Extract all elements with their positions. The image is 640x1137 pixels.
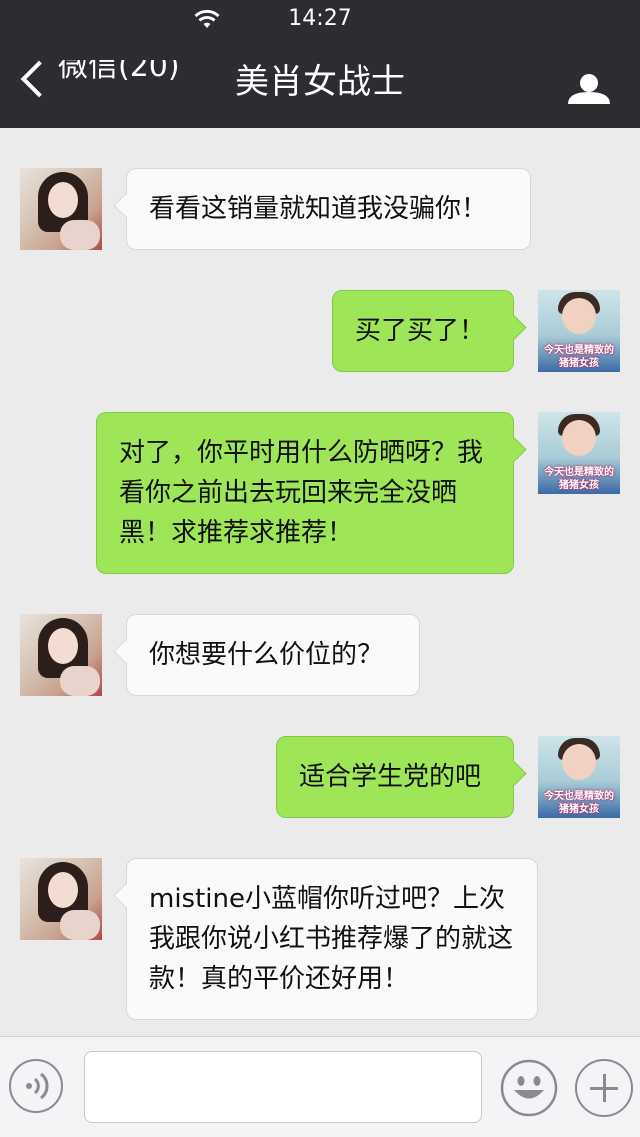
avatar-caption: 猪猪女孩 — [559, 804, 599, 815]
more-options-plus-button[interactable] — [575, 1059, 633, 1117]
contact-avatar[interactable] — [20, 168, 102, 250]
avatar-caption: 今天也是精致的 — [544, 467, 614, 478]
sent-message-bubble[interactable]: 对了，你平时用什么防晒呀？我看你之前出去玩回来完全没晒黑！求推荐求推荐！ — [96, 412, 514, 574]
navigation-header: 14:27 微信(20) 美肖女战士 — [0, 0, 640, 128]
avatar-caption: 今天也是精致的 — [544, 791, 614, 802]
received-message-bubble[interactable]: mistine小蓝帽你听过吧？上次我跟你说小红书推荐爆了的就这款！真的平价还好用… — [126, 858, 538, 1020]
message-text: 适合学生党的吧 — [299, 762, 482, 792]
message-text: 对了，你平时用什么防晒呀？我看你之前出去玩回来完全没晒黑！求推荐求推荐！ — [119, 438, 484, 548]
emoji-icon[interactable] — [500, 1059, 558, 1117]
avatar-caption: 猪猪女孩 — [559, 480, 599, 491]
avatar-caption: 今天也是精致的 — [544, 345, 614, 356]
contact-avatar[interactable] — [20, 614, 102, 696]
my-avatar[interactable]: 今天也是精致的 猪猪女孩 — [538, 290, 620, 372]
my-avatar[interactable]: 今天也是精致的 猪猪女孩 — [538, 736, 620, 818]
status-bar: 14:27 — [0, 0, 640, 40]
received-message-bubble[interactable]: 你想要什么价位的？ — [126, 614, 420, 696]
received-message-bubble[interactable]: 看看这销量就知道我没骗你！ — [126, 168, 531, 250]
person-icon[interactable] — [566, 72, 612, 106]
contact-avatar[interactable] — [20, 858, 102, 940]
my-avatar[interactable]: 今天也是精致的 猪猪女孩 — [538, 412, 620, 494]
voice-input-button[interactable] — [9, 1059, 63, 1113]
message-text: 你想要什么价位的？ — [149, 640, 384, 670]
message-text: mistine小蓝帽你听过吧？上次我跟你说小红书推荐爆了的就这款！真的平价还好用… — [149, 884, 514, 994]
voice-icon — [26, 1072, 49, 1100]
chat-message-list[interactable]: 看看这销量就知道我没骗你！ 买了买了！ 今天也是精致的 猪猪女孩 对了，你平时用… — [0, 128, 640, 1038]
message-text: 买了买了！ — [355, 316, 486, 346]
status-time: 14:27 — [288, 6, 352, 31]
chat-title: 美肖女战士 — [235, 62, 405, 102]
sent-message-bubble[interactable]: 适合学生党的吧 — [276, 736, 514, 818]
avatar-caption: 猪猪女孩 — [559, 358, 599, 369]
message-text-input[interactable] — [84, 1051, 482, 1123]
message-input-bar — [0, 1036, 640, 1137]
sent-message-bubble[interactable]: 买了买了！ — [332, 290, 514, 372]
message-text: 看看这销量就知道我没骗你！ — [149, 194, 488, 224]
